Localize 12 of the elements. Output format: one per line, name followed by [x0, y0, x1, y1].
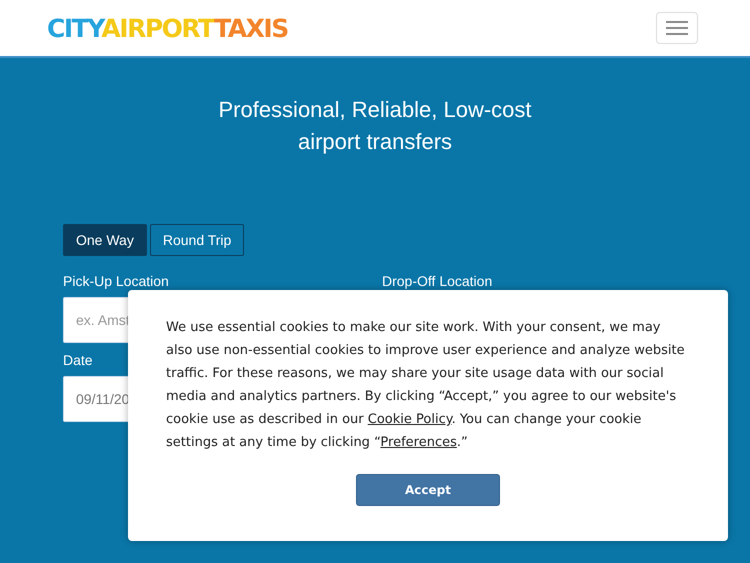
policy-link[interactable]: Cookie Policy [368, 412, 452, 427]
accept-button[interactable]: Accept [356, 474, 500, 506]
trip-tab[interactable]: Round Trip [150, 224, 244, 256]
cookie-notice: We use essential cookies to make our site work. With your consent, we may also use non-essential cookies to improve user experience and analyze website traffic. For these reasons, we may share your site usage data with our social media and analytics partners. By clicking “Accept,” you agree to our website's cookie use as described in our Cookie Policy. You can change your cookie settings at any time by clicking “Preferences.” [166, 319, 686, 452]
policy-link[interactable]: Preferences [380, 435, 457, 450]
menu-button[interactable] [656, 12, 698, 44]
trip-tab[interactable]: One Way [63, 224, 147, 256]
field-label: Pick-Up Location [63, 273, 170, 289]
field-label: Date [63, 352, 94, 368]
menu-icon [666, 20, 688, 36]
headline: Professional, Reliable, Low-cost airport transfers [217, 96, 533, 156]
field-label: Drop-Off Location [382, 273, 494, 289]
